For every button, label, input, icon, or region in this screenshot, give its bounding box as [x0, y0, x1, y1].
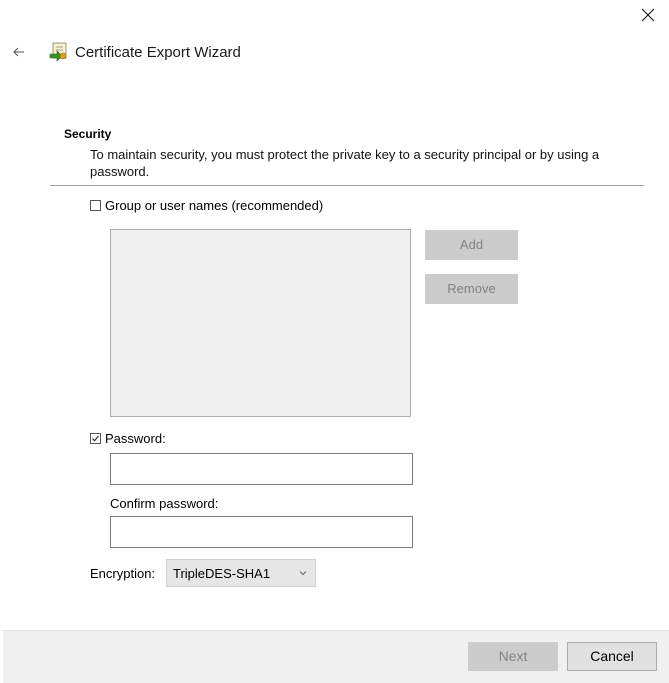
password-field[interactable]: [110, 453, 413, 485]
encryption-dropdown[interactable]: TripleDES-SHA1: [166, 559, 316, 587]
chevron-down-icon: [299, 571, 307, 576]
group-user-list[interactable]: [110, 229, 411, 417]
group-or-user-names-checkbox[interactable]: Group or user names (recommended): [90, 198, 323, 213]
next-button[interactable]: Next: [468, 642, 558, 671]
header-divider: [50, 185, 644, 186]
password-label: Password:: [105, 431, 166, 446]
certificate-wizard-icon: [48, 41, 70, 63]
close-icon: [641, 8, 655, 22]
section-description: To maintain security, you must protect t…: [90, 147, 600, 179]
group-or-user-names-label: Group or user names (recommended): [105, 198, 324, 213]
back-button[interactable]: [8, 40, 30, 64]
confirm-password-label: Confirm password:: [110, 496, 219, 511]
encryption-selected-value: TripleDES-SHA1: [173, 566, 271, 581]
remove-button[interactable]: Remove: [425, 274, 518, 304]
add-button[interactable]: Add: [425, 230, 518, 260]
close-button[interactable]: [630, 2, 664, 28]
wizard-title: Certificate Export Wizard: [75, 44, 241, 61]
checkbox-checked-icon: [90, 433, 101, 444]
password-checkbox[interactable]: Password:: [90, 431, 166, 446]
section-heading: Security: [64, 127, 112, 141]
back-arrow-icon: [13, 47, 24, 57]
cancel-button[interactable]: Cancel: [567, 642, 657, 671]
confirm-password-field[interactable]: [110, 516, 413, 548]
checkbox-unchecked-icon: [90, 200, 101, 211]
encryption-label: Encryption:: [90, 566, 156, 581]
